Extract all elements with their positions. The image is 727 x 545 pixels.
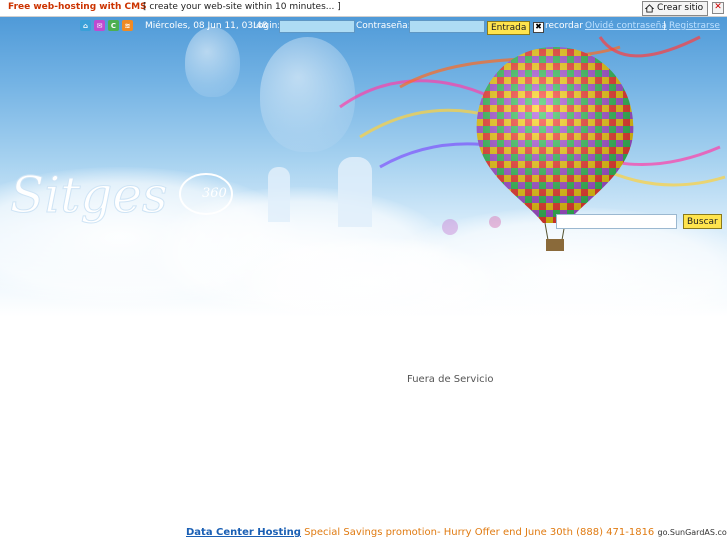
- login-label: Login:: [253, 21, 281, 31]
- promo-tagline: [ create your web-site within 10 minutes…: [143, 2, 341, 12]
- search-button[interactable]: Buscar: [683, 214, 722, 229]
- forgot-password-link[interactable]: Olvidé contraseña: [585, 21, 667, 31]
- password-label: Contraseña:: [356, 21, 411, 31]
- remember-label: recordar: [545, 21, 583, 31]
- faded-balloon-image: [185, 27, 240, 97]
- ad-headline-link[interactable]: Data Center Hosting: [186, 527, 301, 538]
- create-site-button[interactable]: Crear sitio: [642, 1, 709, 16]
- login-input[interactable]: [279, 20, 355, 33]
- hot-air-balloon-image: [476, 47, 634, 251]
- password-input[interactable]: [409, 20, 485, 33]
- ad-text[interactable]: Special Savings promotion- Hurry Offer e…: [301, 527, 658, 538]
- free-hosting-link[interactable]: Free web-hosting with CMS: [8, 2, 147, 12]
- copyright-icon[interactable]: C: [108, 20, 119, 31]
- current-date: Miércoles, 08 Jun 11, 03:48: [145, 21, 268, 31]
- house-icon: [645, 4, 654, 13]
- close-icon[interactable]: ✕: [712, 2, 724, 14]
- hero-banner: Sitges 360: [0, 17, 727, 317]
- sitges360-logo: Sitges 360: [10, 166, 233, 225]
- link-separator: |: [663, 21, 667, 31]
- rss-icon[interactable]: ≋: [122, 20, 133, 31]
- quick-icons: ⌂ ✉ C ≋: [80, 20, 133, 31]
- service-status-message: Fuera de Servicio: [407, 374, 494, 385]
- search-input[interactable]: [556, 214, 677, 229]
- sponsored-ad: Data Center Hosting Special Savings prom…: [186, 527, 727, 538]
- remember-checkbox[interactable]: ✖: [533, 22, 544, 33]
- church-tower-image: [268, 167, 290, 222]
- logo-number: 360: [202, 186, 227, 201]
- promo-bar: Free web-hosting with CMS [ create your …: [0, 0, 727, 17]
- ad-domain[interactable]: go.SunGardAS.com: [657, 528, 727, 537]
- logo-wordmark: Sitges: [10, 166, 168, 224]
- create-site-label: Crear sitio: [657, 3, 704, 13]
- mail-icon[interactable]: ✉: [94, 20, 105, 31]
- home-icon[interactable]: ⌂: [80, 20, 91, 31]
- register-link[interactable]: Registrarse: [669, 21, 720, 31]
- login-submit-button[interactable]: Entrada: [487, 21, 531, 35]
